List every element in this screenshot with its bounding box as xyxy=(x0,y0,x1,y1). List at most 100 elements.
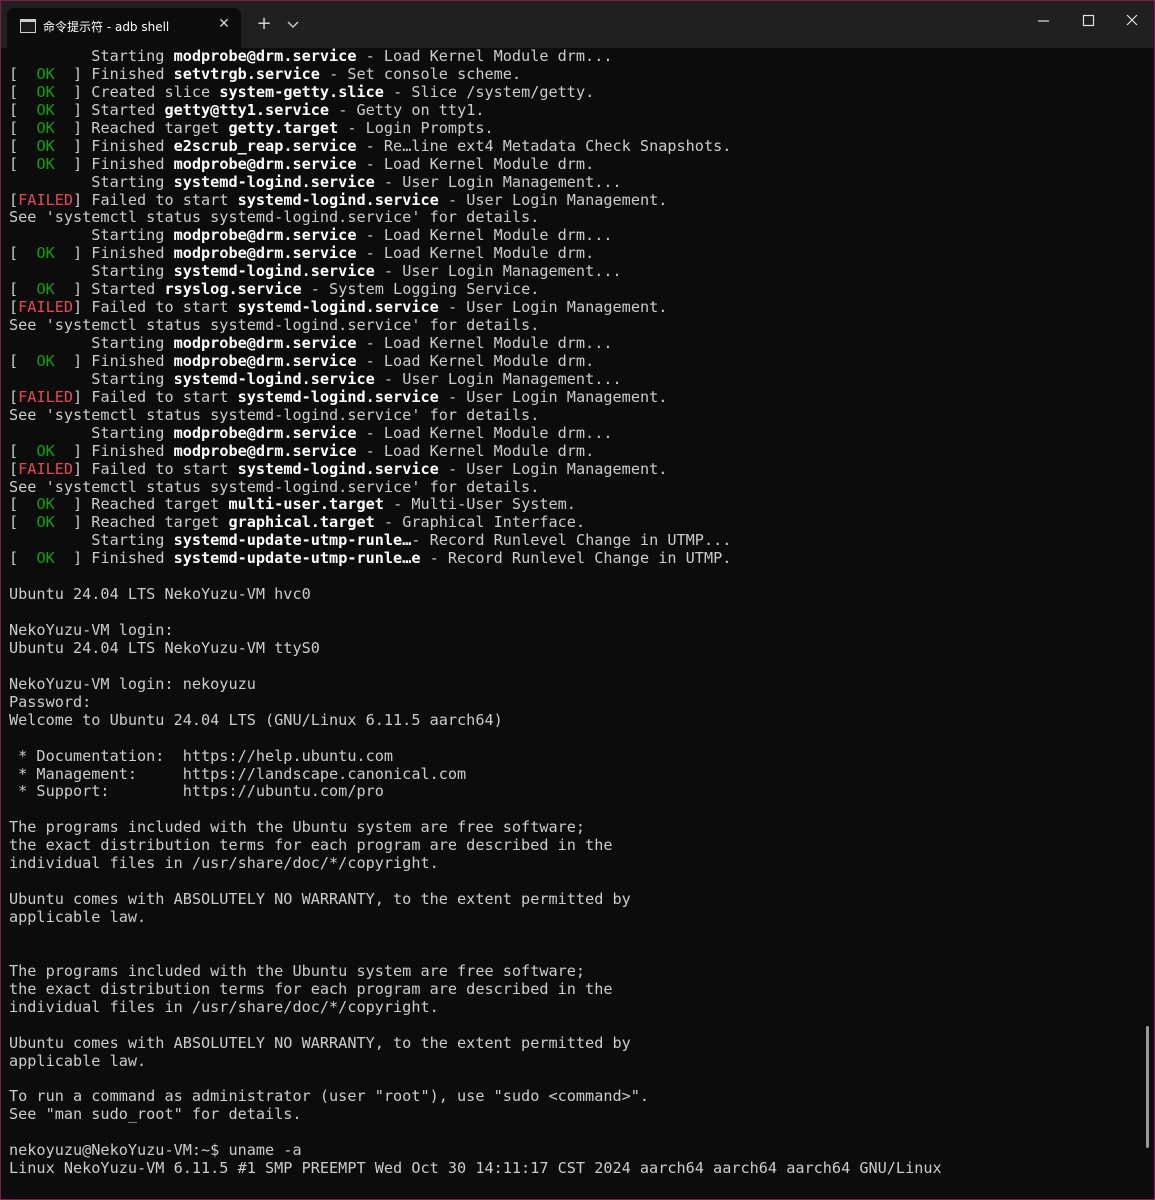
status-ok: OK xyxy=(36,495,55,514)
status-ok: OK xyxy=(36,100,55,119)
line-text: individual files in /usr/share/doc/*/cop… xyxy=(9,997,439,1016)
unit-name: rsyslog.service xyxy=(164,280,302,299)
line-text: ] Finished xyxy=(54,244,174,263)
status-ok: OK xyxy=(36,280,55,299)
line-text: [ xyxy=(9,280,37,299)
line-text: - Load Kernel Module drm... xyxy=(356,334,613,352)
line-text: - User Login Management. xyxy=(438,298,668,317)
line-text: - Load Kernel Module drm. xyxy=(356,154,595,173)
line-text: ] Failed to start xyxy=(73,298,238,317)
terminal-line: [ OK ] Created slice system-getty.slice … xyxy=(9,82,1139,102)
line-text: To run a command as administrator (user … xyxy=(9,1087,650,1106)
terminal-line: applicable law. xyxy=(9,908,1139,927)
line-text: * Management: https://landscape.canonica… xyxy=(9,764,467,783)
scrollbar-thumb[interactable] xyxy=(1146,1026,1149,1148)
terminal-line: See "man sudo_root" for details. xyxy=(9,1105,1139,1124)
tab-adb-shell[interactable]: 命令提示符 - adb shell ✕ xyxy=(7,8,241,48)
line-text: [ xyxy=(9,244,37,263)
line-text: Starting xyxy=(9,262,174,281)
line-text: - Load Kernel Module drm. xyxy=(356,244,595,263)
line-text: ] Reached target xyxy=(54,495,229,514)
line-text: - User Login Management... xyxy=(374,172,622,191)
status-ok: OK xyxy=(36,154,55,173)
line-text: - Getty on tty1. xyxy=(329,100,485,119)
line-text: nekoyuzu@NekoYuzu-VM:~$ uname -a xyxy=(9,1141,302,1160)
terminal-line: Linux NekoYuzu-VM 6.11.5 #1 SMP PREEMPT … xyxy=(9,1159,1139,1178)
unit-name: systemd-update-utmp-runle… xyxy=(173,531,412,550)
terminal-line: applicable law. xyxy=(9,1052,1139,1071)
line-text: Starting xyxy=(9,369,174,388)
line-text: Password: xyxy=(9,692,92,711)
line-text: - Record Runlevel Change in UTMP... xyxy=(411,531,732,550)
line-text: [ xyxy=(9,387,19,406)
maximize-button[interactable] xyxy=(1066,1,1111,41)
terminal-line: [ OK ] Started rsyslog.service - System … xyxy=(9,280,1139,299)
status-failed: FAILED xyxy=(18,387,74,406)
line-text: Starting xyxy=(9,172,174,191)
terminal-output[interactable]: Starting modprobe@drm.service - Load Ker… xyxy=(9,48,1139,1198)
title-bar: 命令提示符 - adb shell ✕ + xyxy=(1,1,1154,48)
terminal-line: [FAILED] Failed to start systemd-logind.… xyxy=(9,190,1139,210)
line-text: - Load Kernel Module drm... xyxy=(356,226,613,245)
line-text: ] Finished xyxy=(54,441,174,460)
new-tab-button[interactable]: + xyxy=(253,13,275,35)
terminal-line: Starting systemd-logind.service - User L… xyxy=(9,262,1139,281)
line-text: [ xyxy=(9,100,37,119)
line-text: ] Failed to start xyxy=(73,190,238,209)
status-ok: OK xyxy=(36,82,55,101)
terminal-line: [ OK ] Reached target getty.target - Log… xyxy=(9,118,1139,138)
line-text: [ xyxy=(9,549,37,568)
line-text: * Documentation: https://help.ubuntu.com xyxy=(9,746,394,765)
unit-name: modprobe@drm.service xyxy=(173,423,357,442)
line-text: - Set console scheme. xyxy=(319,64,522,83)
chevron-down-icon[interactable] xyxy=(283,13,303,35)
line-text: the exact distribution terms for each pr… xyxy=(9,836,613,855)
terminal-line: [ OK ] Finished setvtrgb.service - Set c… xyxy=(9,64,1139,84)
line-text: - User Login Management... xyxy=(374,369,622,388)
unit-name: systemd-logind.service xyxy=(173,172,375,191)
line-text: - System Logging Service. xyxy=(301,280,540,299)
terminal-line: [ OK ] Finished systemd-update-utmp-runl… xyxy=(9,549,1139,568)
terminal-line: individual files in /usr/share/doc/*/cop… xyxy=(9,854,1139,873)
terminal-line: To run a command as administrator (user … xyxy=(9,1087,1139,1106)
unit-name: systemd-update-utmp-runle…e xyxy=(173,549,421,568)
line-text: - Slice /system/getty. xyxy=(383,82,595,101)
line-text: [ xyxy=(9,513,37,532)
terminal-line: [ OK ] Reached target graphical.target -… xyxy=(9,513,1139,532)
line-text: ] Started xyxy=(54,280,165,299)
terminal-line: [ OK ] Reached target multi-user.target … xyxy=(9,495,1139,514)
minimize-icon xyxy=(1038,20,1049,22)
status-failed: FAILED xyxy=(18,459,74,478)
terminal-line: [ OK ] Finished modprobe@drm.service - L… xyxy=(9,351,1139,371)
line-text: Ubuntu comes with ABSOLUTELY NO WARRANTY… xyxy=(9,890,631,909)
line-text: [ xyxy=(9,82,37,101)
tab-close-button[interactable]: ✕ xyxy=(214,14,234,34)
line-text: - Load Kernel Module drm... xyxy=(356,423,613,442)
line-text: Starting xyxy=(9,334,174,352)
line-text: NekoYuzu-VM login: nekoyuzu xyxy=(9,674,256,693)
unit-name: modprobe@drm.service xyxy=(173,244,357,263)
unit-name: system-getty.slice xyxy=(219,82,384,101)
terminal-line: the exact distribution terms for each pr… xyxy=(9,836,1139,855)
line-text: - Load Kernel Module drm. xyxy=(356,351,595,370)
line-text: ] Reached target xyxy=(54,118,229,137)
terminal-line: See 'systemctl status systemd-logind.ser… xyxy=(9,478,1139,497)
line-text: ] Started xyxy=(54,100,165,119)
line-text: ] Failed to start xyxy=(73,459,238,478)
terminal-line: [ OK ] Finished modprobe@drm.service - L… xyxy=(9,244,1139,263)
unit-name: modprobe@drm.service xyxy=(173,226,357,245)
unit-name: modprobe@drm.service xyxy=(173,351,357,370)
terminal-line: nekoyuzu@NekoYuzu-VM:~$ uname -a xyxy=(9,1141,1139,1160)
terminal-line: [FAILED] Failed to start systemd-logind.… xyxy=(9,459,1139,479)
terminal-line: Ubuntu 24.04 LTS NekoYuzu-VM ttyS0 xyxy=(9,639,1139,658)
line-text: [ xyxy=(9,441,37,460)
terminal-line: the exact distribution terms for each pr… xyxy=(9,980,1139,999)
minimize-button[interactable] xyxy=(1021,1,1066,41)
close-button[interactable] xyxy=(1109,1,1154,41)
unit-name: modprobe@drm.service xyxy=(173,334,357,352)
